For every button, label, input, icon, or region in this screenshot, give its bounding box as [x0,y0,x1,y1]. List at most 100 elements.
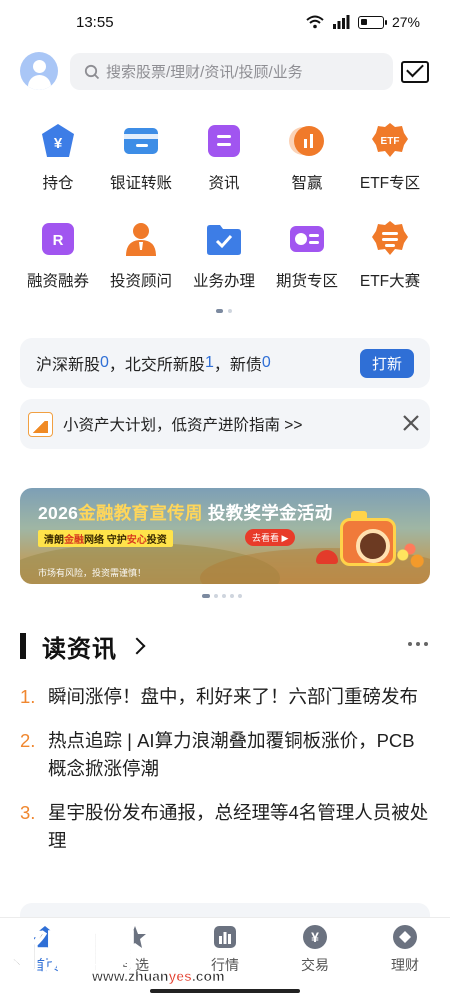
tab-wealth[interactable]: 理财 [365,924,445,975]
tab-label: 交易 [301,956,329,973]
status-icons: 27% [306,14,420,30]
watermark: 好赚网 www.zhuanyes.com [0,916,225,988]
news-section-header[interactable]: 读资讯 [20,628,430,664]
tab-trade[interactable]: ¥ 交易 [275,924,355,975]
chart-icon [288,122,326,160]
grid-item-news[interactable]: 资讯 [183,122,265,220]
notice-bar[interactable]: 小资产大计划，低资产进阶指南 >> [20,399,430,449]
avatar[interactable] [20,52,58,90]
avatar-head [33,60,46,73]
grid-item-margin[interactable]: R 融资融券 [17,220,99,318]
watermark-url-part: .com [191,968,225,985]
ipo-label-a: 沪深新股 [36,357,101,374]
ipo-card[interactable]: 沪深新股 0 ，北交所新股 1 ，新债 0 打新 [20,338,430,388]
grid-label: 期货专区 [275,273,338,290]
section-accent-bar [20,633,26,659]
search-input[interactable]: 搜索股票/理财/资讯/投顾/业务 [70,53,393,90]
svg-text:R: R [53,232,64,249]
banner-risk-note: 市场有风险，投资需谨慎！ [38,568,147,578]
ipo-label-c: ，新债 [213,357,262,374]
promo-banner[interactable]: 2026金融教育宣传周 投教奖学金活动 清朗 金融 网络 守护 安心 投资 去看看 ▶ … [20,488,430,584]
advisor-icon [122,220,160,258]
home-indicator[interactable] [150,989,300,993]
etf-icon: ETF [371,122,409,160]
grid-row: R 融资融券 投资顾问 业务办理 期货专区 ETF大赛 [0,220,450,318]
grid-item-zhiying[interactable]: 智赢 [266,122,348,220]
news-title: 瞬间涨停！盘中，利好来了！六部门重磅发布 [48,686,419,707]
ipo-count-a: 0 [100,354,109,371]
banner-dot [238,594,242,598]
slogan-highlight: 金融 [64,535,84,546]
wifi-icon [306,15,324,29]
news-list: 1. 瞬间涨停！盘中，利好来了！六部门重磅发布 2. 热点追踪 | AI算力浪潮… [20,683,430,871]
contest-icon [371,220,409,258]
message-icon[interactable] [401,61,429,83]
banner-slogan: 清朗 金融 网络 守护 安心 投资 [38,530,173,547]
news-item[interactable]: 1. 瞬间涨停！盘中，利好来了！六部门重磅发布 [20,683,430,711]
news-item[interactable]: 2. 热点追踪 | AI算力浪潮叠加覆铜板涨价，PCB概念掀涨停潮 [20,727,430,783]
page-dot [228,309,232,313]
banner-rest: 投教奖学金活动 [202,503,333,523]
grid-item-futures[interactable]: 期货专区 [266,220,348,318]
grid-item-bank-transfer[interactable]: 银证转账 [100,122,182,220]
svg-text:¥: ¥ [54,135,63,152]
margin-icon: R [39,220,77,258]
banner-highlight: 金融教育宣传周 [78,503,203,523]
header: 搜索股票/理财/资讯/投顾/业务 [0,52,450,92]
ipo-label-b: ，北交所新股 [108,357,205,374]
grid-page-indicator [216,309,232,313]
trade-icon: ¥ [303,924,327,949]
battery-icon [357,15,387,29]
watermark-url-highlight: yes [168,968,192,985]
news-rank: 3. [20,802,36,823]
grid-label: 融资融券 [26,273,89,290]
page-dot-active [216,309,223,313]
search-placeholder: 搜索股票/理财/资讯/投顾/业务 [106,64,303,81]
wealth-icon [393,924,417,949]
tab-label: 理财 [391,956,419,973]
slogan-part: 投资 [146,535,167,546]
grid-label: 智赢 [291,175,323,192]
news-title: 热点追踪 | AI算力浪潮叠加覆铜板涨价，PCB概念掀涨停潮 [48,730,415,779]
growth-icon [28,411,53,437]
svg-text:ETF: ETF [381,136,400,147]
grid-item-business[interactable]: 业务办理 [183,220,265,318]
futures-icon [288,220,326,258]
notice-text: 小资产大计划，低资产进阶指南 >> [63,417,303,434]
ipo-count-c: 0 [261,354,271,371]
grid-label: 资讯 [208,175,240,192]
section-title: 读资讯 [42,635,117,663]
grid-item-etf-contest[interactable]: ETF大赛 [349,220,431,318]
banner-year: 2026 [38,503,79,523]
more-icon[interactable] [408,642,428,646]
news-icon [205,122,243,160]
folder-icon [205,220,243,258]
news-item[interactable]: 3. 星宇股份发布通报，总经理等4名管理人员被处理 [20,799,430,855]
grid-item-advisor[interactable]: 投资顾问 [100,220,182,318]
banner-dot [230,594,234,598]
ipo-subscribe-button[interactable]: 打新 [360,349,414,378]
grid-item-etf-zone[interactable]: ETF ETF专区 [349,122,431,220]
grid-label: 业务办理 [192,273,255,290]
grid-label: 投资顾问 [109,273,172,290]
svg-text:¥: ¥ [311,929,319,945]
avatar-body [28,75,51,90]
banner-go-button[interactable]: 去看看 ▶ [245,529,296,546]
search-icon [84,64,100,79]
status-time: 13:55 [76,13,114,31]
grid-label: 持仓 [42,175,74,192]
camera-mascot-icon [340,511,396,566]
grid-item-holdings[interactable]: ¥ 持仓 [17,122,99,220]
signal-icon [332,15,350,29]
banner-dot [222,594,226,598]
grid-label: ETF大赛 [359,273,421,290]
slogan-part: 清朗 [44,535,64,546]
slogan-part: 网络 守护 [84,535,127,546]
news-title: 星宇股份发布通报，总经理等4名管理人员被处理 [48,802,429,851]
close-icon[interactable] [400,412,422,434]
banner-dot [214,594,218,598]
watermark-url-part: www.zhuan [92,968,169,985]
flowers-icon [392,543,428,573]
banner-title: 2026金融教育宣传周 投教奖学金活动 [38,500,333,525]
grid-label: ETF专区 [359,175,421,192]
